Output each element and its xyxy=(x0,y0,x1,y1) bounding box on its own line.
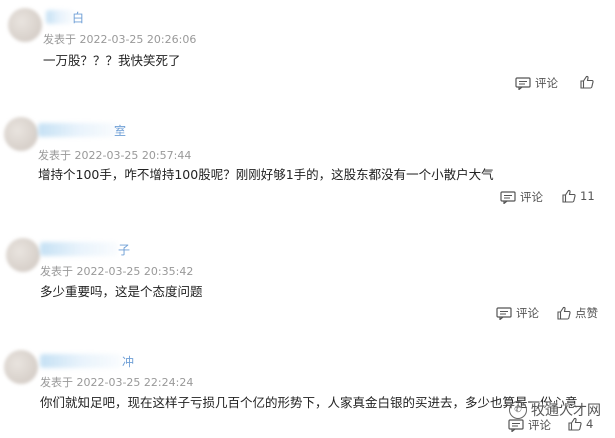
like-button[interactable] xyxy=(580,75,598,89)
thumbs-up-icon xyxy=(557,306,571,320)
reply-label: 评论 xyxy=(535,76,558,90)
username-suffix[interactable]: 白 xyxy=(72,9,84,26)
like-label: 点赞 xyxy=(575,306,598,320)
like-count: 11 xyxy=(580,189,595,203)
watermark-text: 牧通人才网 xyxy=(531,403,601,419)
comment-timestamp: 发表于 2022-03-25 20:57:44 xyxy=(38,149,192,162)
comment-icon xyxy=(500,190,516,204)
avatar[interactable] xyxy=(6,238,40,272)
comment-text: 增持个100手，咋不增持100股呢？刚刚好够1手的，这股东都没有一个小散户大气 xyxy=(38,167,494,182)
comment-timestamp: 发表于 2022-03-25 20:35:42 xyxy=(40,265,194,278)
comment-timestamp: 发表于 2022-03-25 20:26:06 xyxy=(43,33,197,46)
avatar[interactable] xyxy=(4,350,38,384)
username-suffix[interactable]: 室 xyxy=(114,122,126,139)
comment-text: 你们就知足吧，现在这样子亏损几百个亿的形势下，人家真金白银的买进去，多少也算是一… xyxy=(40,395,578,410)
comment-item: 子 发表于 2022-03-25 20:35:42 多少重要吗，这是个态度问题 … xyxy=(0,232,615,332)
username-suffix[interactable]: 冲 xyxy=(122,353,134,370)
wechat-icon: ✆ xyxy=(509,401,527,419)
username-blurred[interactable] xyxy=(46,10,74,24)
comment-icon xyxy=(508,418,524,432)
avatar[interactable] xyxy=(8,8,42,42)
comment-item: 冲 发表于 2022-03-25 22:24:24 你们就知足吧，现在这样子亏损… xyxy=(0,346,615,438)
comment-text: 一万股？？？我快笑死了 xyxy=(43,53,181,68)
username-blurred[interactable] xyxy=(38,123,118,137)
username-blurred[interactable] xyxy=(40,354,122,368)
thumbs-up-icon xyxy=(580,75,594,89)
watermark: ✆ 牧通人才网 xyxy=(509,400,601,420)
username-suffix[interactable]: 子 xyxy=(118,241,130,258)
comment-icon xyxy=(496,306,512,320)
comment-item: 室 发表于 2022-03-25 20:57:44 增持个100手，咋不增持10… xyxy=(0,113,615,223)
comment-icon xyxy=(515,76,531,90)
comment-item: 白 发表于 2022-03-25 20:26:06 一万股？？？我快笑死了 评论 xyxy=(0,0,615,105)
avatar[interactable] xyxy=(4,117,38,151)
reply-button[interactable]: 评论 xyxy=(496,305,539,321)
reply-button[interactable]: 评论 xyxy=(515,75,558,91)
reply-button[interactable]: 评论 xyxy=(500,189,543,205)
comment-timestamp: 发表于 2022-03-25 22:24:24 xyxy=(40,376,194,389)
comment-text: 多少重要吗，这是个态度问题 xyxy=(40,284,203,299)
username-blurred[interactable] xyxy=(40,242,118,256)
reply-label: 评论 xyxy=(516,306,539,320)
like-button[interactable]: 点赞 xyxy=(557,305,598,321)
reply-label: 评论 xyxy=(520,190,543,204)
thumbs-up-icon xyxy=(562,189,576,203)
like-button[interactable]: 11 xyxy=(562,189,595,203)
